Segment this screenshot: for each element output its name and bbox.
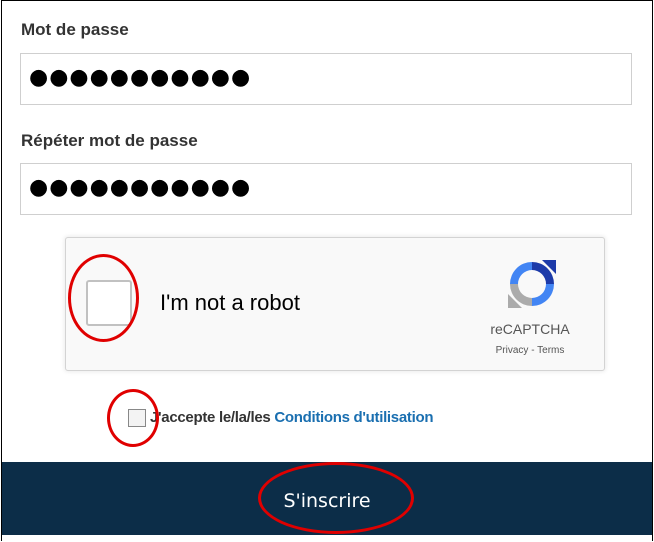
recaptcha-terms-link[interactable]: Terms [537,345,564,356]
terms-prefix: J'accepte le/la/les [150,409,275,426]
recaptcha-label: I'm not a robot [160,290,300,315]
recaptcha-logo-icon [508,260,556,308]
password-label: Mot de passe [21,20,129,39]
terms-checkbox[interactable] [128,409,146,427]
terms-text: J'accepte le/la/les Conditions d'utilisa… [150,409,433,426]
recaptcha-links-separator: - [528,345,538,356]
recaptcha-brand: reCAPTCHA [490,321,570,337]
recaptcha-privacy-link[interactable]: Privacy [496,345,529,356]
terms-link[interactable]: Conditions d'utilisation [274,409,433,426]
signup-button[interactable]: S'inscrire [2,462,652,535]
repeat-password-label: Répéter mot de passe [21,131,198,150]
repeat-password-value: ●●●●●●●●●●● [29,175,252,200]
recaptcha-widget: I'm not a robot reCAPTCHA Privacy - Term… [65,237,605,371]
repeat-password-field[interactable]: ●●●●●●●●●●● [20,163,632,215]
recaptcha-links: Privacy - Terms [466,345,594,356]
recaptcha-checkbox[interactable] [86,280,132,326]
password-field[interactable]: ●●●●●●●●●●● [20,53,632,105]
password-value: ●●●●●●●●●●● [29,65,252,90]
